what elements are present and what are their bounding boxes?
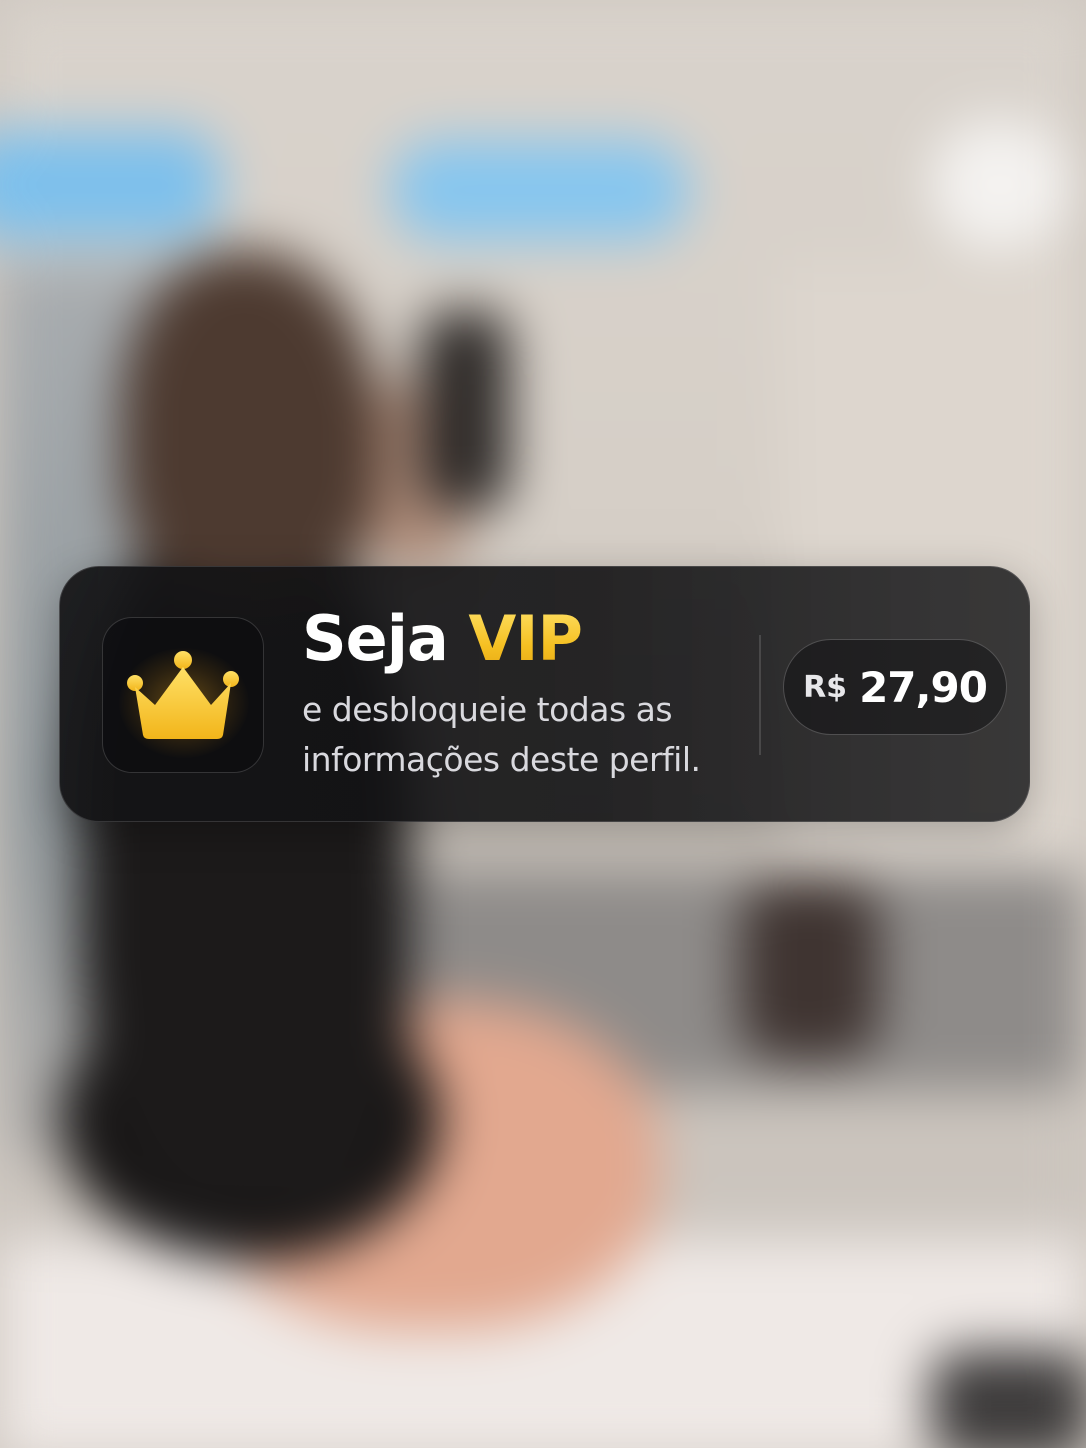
vip-title: Seja VIP xyxy=(302,602,583,675)
vip-upsell-banner[interactable]: Seja VIP e desbloqueie todas as informaç… xyxy=(59,566,1030,822)
vip-subtitle: e desbloqueie todas as informações deste… xyxy=(302,690,701,779)
divider xyxy=(759,635,761,755)
title-highlight: VIP xyxy=(468,602,582,675)
title-prefix: Seja xyxy=(302,602,449,675)
blurred-profile-screen: Seja VIP e desbloqueie todas as informaç… xyxy=(0,0,1086,1448)
price-amount: 27,90 xyxy=(859,662,988,712)
price-button[interactable]: R$ 27,90 xyxy=(783,639,1007,735)
price-currency: R$ xyxy=(803,669,848,705)
crown-icon-container xyxy=(102,617,264,773)
crown-icon xyxy=(127,651,239,739)
